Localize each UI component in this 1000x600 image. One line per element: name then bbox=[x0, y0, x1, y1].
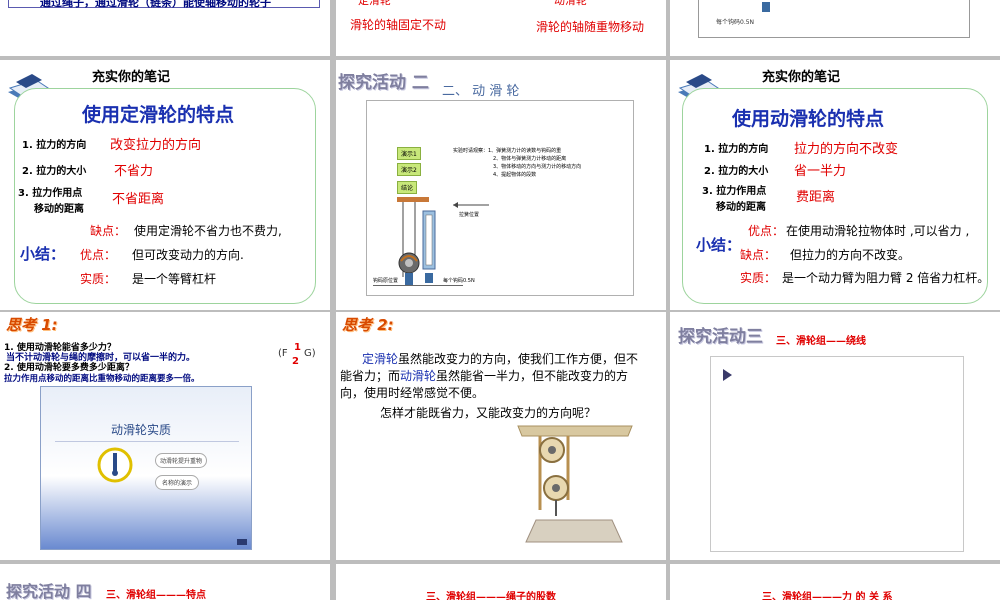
item-2-label: 2. 拉力的大小 bbox=[704, 166, 769, 177]
slide-pulley-types[interactable]: 定滑轮 滑轮的轴固定不动 动滑轮 滑轮的轴随重物移动 bbox=[336, 0, 666, 56]
hook-origin-label: 钩码原位置 bbox=[373, 278, 399, 284]
instruction-4: 4、提起物体的段数 bbox=[493, 172, 537, 178]
item-2-label: 2. 拉力的大小 bbox=[22, 166, 87, 177]
instruction-1: 实验时请观察：1、弹簧测力计的读数与钩码的重 bbox=[453, 148, 562, 154]
demo1-button[interactable]: 演示1 bbox=[397, 147, 421, 160]
moving-pulley-desc: 滑轮的轴随重物移动 bbox=[536, 20, 645, 34]
play-icon[interactable] bbox=[723, 369, 732, 381]
item-1-value: 拉力的方向不改变 bbox=[794, 142, 899, 157]
formula-denominator: 2 bbox=[292, 356, 299, 367]
activity3-subtitle: 三、滑轮组——绕线 bbox=[776, 336, 866, 347]
notes-header: 充实你的笔记 bbox=[762, 70, 841, 85]
slide-think-2[interactable]: 思考 2: 定滑轮虽然能改变力的方向，使我们工作方便，但不 能省力；而动滑轮虽然… bbox=[336, 312, 666, 560]
item-1-value: 改变拉力的方向 bbox=[110, 138, 202, 153]
notes-title: 使用定滑轮的特点 bbox=[82, 104, 235, 126]
row-advantage-text: 但可改变动力的方向. bbox=[132, 248, 244, 262]
intro-text: 通过绳子，通过滑轮（链条）能使轴移动的轮子 bbox=[40, 0, 271, 9]
think1-badge: 思考 1: bbox=[6, 316, 58, 334]
slide-rope-strands[interactable]: 三、滑轮组———绳子的股数 bbox=[336, 564, 666, 600]
instruction-3: 3、物体移动的方向与测力计的移动方向 bbox=[493, 164, 582, 170]
row-essence-key: 实质： bbox=[740, 271, 777, 285]
slide-force-relation[interactable]: 三、滑轮组———力 的 关 系 bbox=[670, 564, 1000, 600]
pulley-icon bbox=[97, 447, 133, 483]
slide-activity-3[interactable]: 探究活动三 三、滑轮组——绕线 bbox=[670, 312, 1000, 560]
slide-think-1[interactable]: 思考 1: 1. 使用动滑轮能省多少力？ 当不计动滑轮与绳的摩擦时，可以省一半的… bbox=[0, 312, 330, 560]
item-2-value: 不省力 bbox=[114, 164, 154, 179]
lift-weight-button[interactable]: 动滑轮提升重物 bbox=[155, 453, 208, 468]
think2-badge: 思考 2: bbox=[342, 316, 394, 334]
item-2-value: 省一半力 bbox=[794, 164, 847, 179]
moving-pulley-diagram bbox=[397, 197, 436, 285]
notes-title: 使用动滑轮的特点 bbox=[732, 108, 885, 130]
row-advantage-key: 优点： bbox=[748, 224, 785, 238]
moving-pulley-label: 动滑轮 bbox=[554, 0, 587, 7]
instruction-2: 2、物体与弹簧测力计移动的距离 bbox=[493, 156, 567, 162]
return-icon[interactable] bbox=[237, 539, 247, 545]
slide-apparatus-top[interactable]: 每个钩码0.5N bbox=[670, 0, 1000, 56]
summary-label: 小结： bbox=[20, 245, 66, 263]
answer-2: 拉力作用点移动的距离比重物移动的距离要多一倍。 bbox=[4, 374, 200, 384]
baseline bbox=[373, 285, 463, 286]
item-3-label: 3. 拉力作用点 bbox=[702, 186, 767, 197]
item-3-label: 3. 拉力作用点 bbox=[18, 188, 83, 199]
item-1-label: 1. 拉力的方向 bbox=[22, 140, 87, 151]
name-demo-button[interactable]: 名称的演示 bbox=[155, 475, 200, 490]
rope-strands-subtitle: 三、滑轮组———绳子的股数 bbox=[426, 592, 556, 600]
item-3-value: 不省距离 bbox=[112, 192, 165, 207]
activity4-subtitle: 三、滑轮组———特点 bbox=[106, 590, 206, 600]
activity4-title: 探究活动 四 bbox=[6, 582, 92, 600]
video-player[interactable]: 动滑轮实质 动滑轮提升重物 名称的演示 bbox=[40, 386, 252, 550]
weight-icon bbox=[762, 2, 770, 12]
fixed-pulley-desc: 滑轮的轴固定不动 bbox=[350, 18, 447, 32]
row-drawback-text: 但拉力的方向不改变。 bbox=[790, 248, 911, 262]
para-text-1: 虽然能改变力的方向，使我们工作方便，但不 bbox=[398, 352, 639, 366]
row-essence-key: 实质： bbox=[80, 272, 117, 286]
pull-arrow-icon bbox=[453, 202, 489, 208]
para-text-4: 向，使用时经常感觉不便。 bbox=[340, 386, 485, 400]
activity3-title: 探究活动三 bbox=[678, 327, 763, 347]
slide-activity-4[interactable]: 探究活动 四 三、滑轮组———特点 bbox=[0, 564, 330, 600]
notes-header: 充实你的笔记 bbox=[92, 70, 171, 85]
fixed-pulley-term: 定滑轮 bbox=[362, 352, 399, 366]
item-3-label2: 移动的距离 bbox=[716, 202, 766, 213]
animation-panel[interactable] bbox=[710, 356, 964, 552]
video-title: 动滑轮实质 bbox=[111, 423, 172, 437]
force-relation-subtitle: 三、滑轮组———力 的 关 系 bbox=[762, 592, 893, 600]
fixed-pulley-label: 定滑轮 bbox=[358, 0, 391, 7]
video-divider bbox=[55, 441, 239, 442]
weight-each-label: 每个钩码0.5N bbox=[443, 278, 475, 284]
activity2-title: 探究活动 二 bbox=[338, 73, 429, 93]
row-drawback-text: 使用定滑轮不省力也不费力, bbox=[134, 224, 282, 238]
summary-label: 小结： bbox=[696, 236, 742, 254]
para-line-1: 定滑轮虽然能改变力的方向，使我们工作方便，但不 bbox=[362, 350, 638, 367]
question-text: 怎样才能既省力，又能改变力的方向呢？ bbox=[380, 406, 597, 420]
experiment-panel: 演示1 演示2 结论 实验时请观察：1、弹簧测力计的读数与钩码的重 2、物体与弹… bbox=[366, 100, 634, 296]
demo2-button[interactable]: 演示2 bbox=[397, 163, 421, 176]
para-text-2: 能省力；而 bbox=[340, 369, 401, 383]
item-1-label: 1. 拉力的方向 bbox=[704, 144, 769, 155]
formula-right: G) bbox=[304, 348, 316, 359]
para-line-2: 能省力；而动滑轮虽然能省一半力，但不能改变力的方 bbox=[340, 367, 628, 384]
activity2-subtitle: 二、 动 滑 轮 bbox=[442, 84, 520, 99]
row-essence-text: 是一个等臂杠杆 bbox=[132, 272, 217, 286]
para-text-3: 虽然能省一半力，但不能改变力的方 bbox=[436, 369, 629, 383]
formula-numerator: 1 bbox=[294, 342, 301, 353]
row-advantage-key: 优点： bbox=[80, 248, 117, 262]
item-3-label2: 移动的距离 bbox=[34, 204, 84, 215]
row-essence-text: 是一个动力臂为阻力臂 2 倍省力杠杆。 bbox=[782, 271, 990, 285]
row-drawback-key: 缺点： bbox=[740, 248, 777, 262]
row-drawback-key: 缺点： bbox=[90, 224, 127, 238]
row-advantage-text: 在使用动滑轮拉物体时 ,可以省力 , bbox=[786, 224, 970, 238]
pull-position-label: 拉簧位置 bbox=[459, 212, 480, 218]
slide-moving-pulley-notes[interactable]: 充实你的笔记 使用动滑轮的特点 1. 拉力的方向 拉力的方向不改变 2. 拉力的… bbox=[670, 60, 1000, 310]
apparatus-caption: 每个钩码0.5N bbox=[716, 19, 755, 26]
formula-left: (F bbox=[278, 348, 288, 359]
slide-activity-2[interactable]: 探究活动 二 二、 动 滑 轮 演示1 演示2 结论 实验时请观察：1、弹簧测力… bbox=[336, 60, 666, 310]
slide-fixed-pulley-notes[interactable]: 充实你的笔记 使用定滑轮的特点 1. 拉力的方向 改变拉力的方向 2. 拉力的大… bbox=[0, 60, 330, 310]
slide-intro[interactable]: 通过绳子，通过滑轮（链条）能使轴移动的轮子 bbox=[0, 0, 330, 56]
pulley-block-illustration bbox=[517, 425, 633, 543]
item-3-value: 费距离 bbox=[796, 190, 836, 205]
moving-pulley-term: 动滑轮 bbox=[400, 369, 437, 383]
